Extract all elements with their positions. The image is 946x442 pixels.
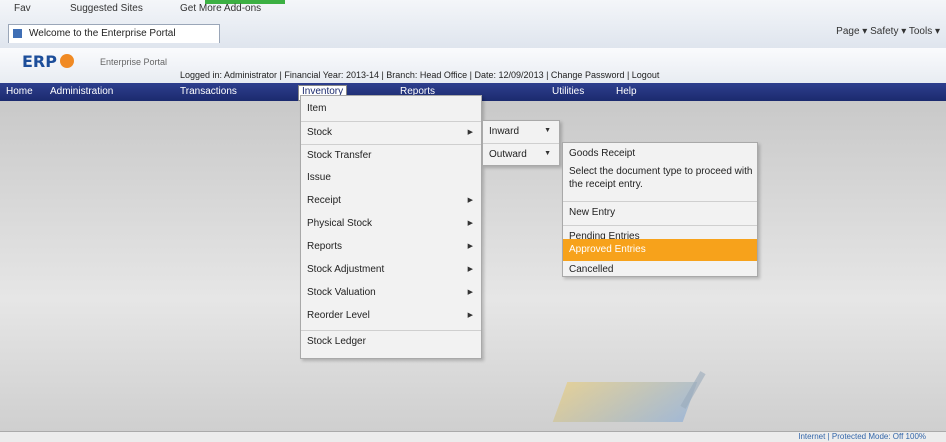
menu-item[interactable]: Cancelled <box>563 259 757 281</box>
logo-swoosh-icon <box>60 54 74 68</box>
chevron-right-icon: ▶ <box>467 289 473 296</box>
flyout-title: Goods Receipt <box>569 148 636 159</box>
chevron-right-icon: ▶ <box>467 129 473 136</box>
command-bar[interactable]: Page ▾ Safety ▾ Tools ▾ <box>836 26 940 37</box>
menu-item[interactable]: Stock ▶ <box>301 121 481 144</box>
menu-item-highlighted[interactable]: Approved Entries <box>563 239 757 261</box>
status-text: Internet | Protected Mode: Off 100% <box>798 432 926 441</box>
chevron-right-icon: ▶ <box>467 266 473 273</box>
status-bar: Internet | Protected Mode: Off 100% <box>0 431 946 442</box>
nav-utilities[interactable]: Utilities <box>552 86 584 97</box>
menu-item[interactable]: Receipt ▶ <box>301 190 481 212</box>
chevron-right-icon: ▶ <box>467 220 473 227</box>
stock-submenu: Inward ▼ Outward ▼ <box>482 120 560 166</box>
nav-help[interactable]: Help <box>616 86 637 97</box>
chevron-right-icon: ▶ <box>467 312 473 319</box>
menu-item[interactable]: Stock Ledger <box>301 330 481 353</box>
menu-item[interactable]: Physical Stock ▶ <box>301 213 481 235</box>
menu-item[interactable]: Issue <box>301 167 481 189</box>
browser-tab[interactable]: Welcome to the Enterprise Portal <box>8 24 220 43</box>
flyout-description: Select the document type to proceed with… <box>569 166 753 190</box>
suggested-sites-link[interactable]: Suggested Sites <box>70 3 143 14</box>
chevron-down-icon: ▼ <box>544 150 551 157</box>
menu-item[interactable]: Stock Adjustment ▶ <box>301 259 481 281</box>
menu-item[interactable]: Outward ▼ <box>483 143 559 166</box>
favorites-bar: Fav Suggested Sites Get More Add-ons <box>0 0 946 18</box>
session-info: Logged in: Administrator | Financial Yea… <box>180 70 660 80</box>
menu-item[interactable]: Item <box>301 98 481 120</box>
favorites-link[interactable]: Fav <box>14 3 31 14</box>
inventory-menu: Item Stock ▶ Stock Transfer Issue Receipt… <box>300 95 482 359</box>
app-logo: ERP <box>22 52 57 71</box>
nav-home[interactable]: Home <box>6 86 33 97</box>
chevron-down-icon: ▼ <box>544 127 551 134</box>
menu-item[interactable]: Stock Valuation ▶ <box>301 282 481 304</box>
chevron-right-icon: ▶ <box>467 243 473 250</box>
app-subtitle: Enterprise Portal <box>100 57 168 67</box>
menu-item[interactable]: Reports ▶ <box>301 236 481 258</box>
nav-administration[interactable]: Administration <box>50 86 113 97</box>
menu-item[interactable]: New Entry <box>563 201 757 224</box>
page-favicon-icon <box>13 29 22 38</box>
menu-item[interactable]: Stock Transfer <box>301 144 481 167</box>
menu-item[interactable]: Reorder Level ▶ <box>301 305 481 327</box>
nav-transactions[interactable]: Transactions <box>180 86 237 97</box>
background-illustration <box>552 382 698 422</box>
menu-item[interactable]: Inward ▼ <box>483 121 559 143</box>
tab-title: Welcome to the Enterprise Portal <box>29 28 176 39</box>
addons-link[interactable]: Get More Add-ons <box>180 3 261 14</box>
chevron-right-icon: ▶ <box>467 197 473 204</box>
receipt-flyout: Goods Receipt Select the document type t… <box>562 142 758 277</box>
